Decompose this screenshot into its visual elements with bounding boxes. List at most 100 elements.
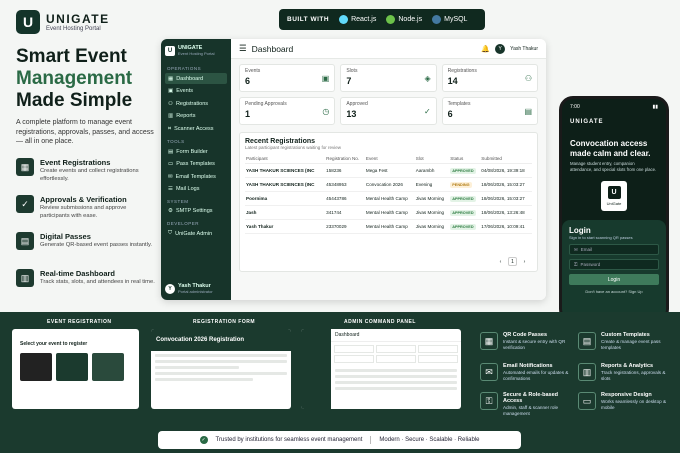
login-button[interactable]: Login bbox=[569, 274, 659, 285]
chart-icon: ▥ bbox=[168, 113, 174, 119]
ticket-icon: ▭ bbox=[168, 161, 174, 167]
mini-cards bbox=[331, 342, 461, 366]
form-title: Convocation 2026 Registration bbox=[151, 329, 291, 351]
col-event: Event bbox=[364, 154, 415, 164]
devices-icon: ▭ bbox=[578, 392, 596, 410]
prev-page-button[interactable]: ‹ bbox=[496, 257, 505, 266]
registrations-table: Participant Registration No. Event Slot … bbox=[245, 154, 532, 234]
status-badge: APPROVED bbox=[450, 209, 476, 216]
band-feature: ▭ Responsive Design Works seamlessly on de… bbox=[578, 392, 676, 411]
sidebar-user-role: Portal administrator bbox=[178, 289, 213, 294]
tech-mysql: MySQL bbox=[432, 15, 467, 24]
grid-icon: ▦ bbox=[168, 75, 174, 82]
hero-heading: Smart Event Management Made Simple bbox=[16, 46, 156, 112]
brand-name: UNIGATE bbox=[46, 12, 110, 26]
gear-icon: ⚙ bbox=[168, 208, 173, 214]
stat-label: Slots bbox=[346, 68, 358, 74]
table-row[interactable]: Poornima 45443786 Mental Health Camp Jivas … bbox=[245, 191, 532, 206]
stat-card-slots: Slots 7 ◈ bbox=[340, 64, 437, 92]
sidebar-item-smtp[interactable]: ⚙ SMTP Settings bbox=[165, 206, 227, 217]
dashboard-window: U UNIGATE Event Hosting Portal OPERATIONS… bbox=[161, 39, 546, 300]
band-feature: ⚿ Secure & Role-based Access Admin, staff … bbox=[480, 392, 575, 417]
document-icon: ▤ bbox=[524, 107, 532, 116]
hero-line-3: Made Simple bbox=[16, 90, 133, 111]
tech-react: React.js bbox=[339, 15, 376, 24]
phone-status-bar: 7:00 ▮▮ bbox=[562, 99, 666, 115]
lock-icon: ⚿ bbox=[574, 262, 578, 267]
band-feature: ✉ Email Notifications Automated emails for… bbox=[480, 363, 575, 382]
logo-mark: U bbox=[16, 10, 40, 34]
sidebar-section-operations: OPERATIONS bbox=[167, 66, 202, 71]
sidebar-item-email-templates[interactable]: ✉ Email Templates bbox=[165, 171, 227, 182]
table-row[interactable]: YASH THAKUR SCIENCES (INC 158236 Mega Fest… bbox=[245, 163, 532, 178]
react-icon bbox=[339, 15, 349, 24]
table-row[interactable]: YASH THAKUR SCIENCES (INC 45348953 Convoca… bbox=[245, 177, 532, 192]
sidebar-item-events[interactable]: ▣ Events bbox=[165, 86, 227, 97]
users-icon: ⚇ bbox=[524, 74, 532, 83]
email-field[interactable]: ✉ Email bbox=[569, 244, 659, 255]
event-card[interactable] bbox=[92, 353, 124, 381]
next-page-button[interactable]: › bbox=[520, 257, 529, 266]
stat-card-pending: Pending Approvals 1 ◷ bbox=[239, 97, 336, 125]
mail-icon: ✉ bbox=[168, 173, 173, 180]
hero-description: A complete platform to manage event regi… bbox=[16, 119, 154, 145]
bell-icon[interactable]: 🔔 bbox=[481, 45, 490, 53]
menu-icon[interactable]: ☰ bbox=[239, 43, 247, 54]
recent-title: Recent Registrations bbox=[245, 138, 316, 145]
panel-label: ADMIN COMMAND PANEL bbox=[344, 319, 416, 325]
battery-icon: ▮▮ bbox=[652, 104, 658, 110]
stat-label: Approved bbox=[346, 101, 368, 107]
sidebar-item-reports[interactable]: ▥ Reports bbox=[165, 111, 227, 122]
mobile-mockup: 7:00 ▮▮ UNIGATE Convocation access made c… bbox=[559, 96, 669, 323]
stat-value: 6 bbox=[245, 76, 251, 86]
col-participant: Participant bbox=[245, 154, 326, 164]
feature-title: Digital Passes bbox=[40, 232, 91, 241]
qr-icon: ▦ bbox=[480, 332, 498, 350]
feature-desc: Create events and collect registrations … bbox=[40, 168, 139, 182]
main-content: ☰ Dashboard 🔔 Y Yash Thakur Events 6 ▣ Slo… bbox=[231, 39, 546, 300]
admin-panel-screenshot: Dashboard bbox=[301, 329, 461, 409]
panel-label: EVENT REGISTRATION bbox=[47, 319, 112, 325]
chart-icon: ▥ bbox=[16, 269, 34, 287]
stat-card-events: Events 6 ▣ bbox=[239, 64, 336, 92]
feature-title: Event Registrations bbox=[40, 158, 111, 167]
tech-node: Node.js bbox=[386, 15, 422, 24]
sidebar-user[interactable]: Y Yash Thakur Portal administrator bbox=[165, 283, 213, 294]
sidebar-item-mail-logs[interactable]: ☰ Mail Logs bbox=[165, 184, 227, 195]
event-card[interactable] bbox=[20, 353, 52, 381]
sidebar-item-form-builder[interactable]: ▤ Form Builder bbox=[165, 146, 227, 157]
topbar-user-name: Yash Thakur bbox=[510, 45, 538, 52]
sidebar-item-pass-templates[interactable]: ▭ Pass Templates bbox=[165, 159, 227, 170]
sidebar-logo-mark: U bbox=[165, 45, 175, 56]
reg-title: Select your event to register bbox=[20, 341, 88, 347]
sidebar-brand-sub: Event Hosting Portal bbox=[178, 51, 215, 56]
password-field[interactable]: ⚿ Password bbox=[569, 259, 659, 270]
phone-description: Manage student entry, companion attendan… bbox=[570, 161, 657, 172]
phone-headline: Convocation access made calm and clear. bbox=[570, 139, 651, 158]
event-card[interactable] bbox=[56, 353, 88, 381]
built-with-label: BUILT WITH bbox=[287, 16, 330, 23]
table-row[interactable]: Yash Thakur 23370029 Mental Health Camp Jiv… bbox=[245, 219, 532, 234]
table-row[interactable]: Jash 341744 Mental Health Camp Jivas Mornin… bbox=[245, 205, 532, 220]
signup-link[interactable]: Don't have an account? Sign Up bbox=[569, 289, 659, 294]
status-badge: PENDING bbox=[450, 181, 472, 188]
stat-value: 6 bbox=[447, 109, 453, 119]
sidebar-item-admin[interactable]: ⛉ UniGate Admin bbox=[165, 228, 227, 240]
sidebar-item-scanner[interactable]: ⌗ Scanner Access bbox=[165, 123, 227, 135]
stats-grid: Events 6 ▣ Slots 7 ◈ Registrations 14 ⚇ Pendin… bbox=[231, 59, 546, 130]
stat-value: 1 bbox=[245, 109, 251, 119]
status-badge: APPROVED bbox=[450, 195, 476, 202]
mail-icon: ✉ bbox=[480, 363, 498, 381]
feature-desc: Generate QR-based event passes instantly… bbox=[40, 242, 153, 248]
status-badge: APPROVED bbox=[450, 167, 476, 174]
page-number[interactable]: 1 bbox=[508, 257, 517, 266]
status-badge: APPROVED bbox=[450, 223, 476, 230]
feature-desc: Track stats, slots, and attendees in rea… bbox=[40, 279, 155, 285]
phone-logo-text: UniGate bbox=[606, 201, 622, 206]
phone-app-logo: U UniGate bbox=[601, 181, 627, 211]
sidebar-item-dashboard[interactable]: ▦ Dashboard bbox=[165, 73, 227, 84]
built-with-bar: BUILT WITH React.js Node.js MySQL bbox=[279, 9, 485, 30]
registration-form-screenshot: Convocation 2026 Registration bbox=[151, 329, 291, 409]
sidebar-item-registrations[interactable]: ⚇ Registrations bbox=[165, 98, 227, 109]
avatar[interactable]: Y bbox=[495, 43, 506, 54]
